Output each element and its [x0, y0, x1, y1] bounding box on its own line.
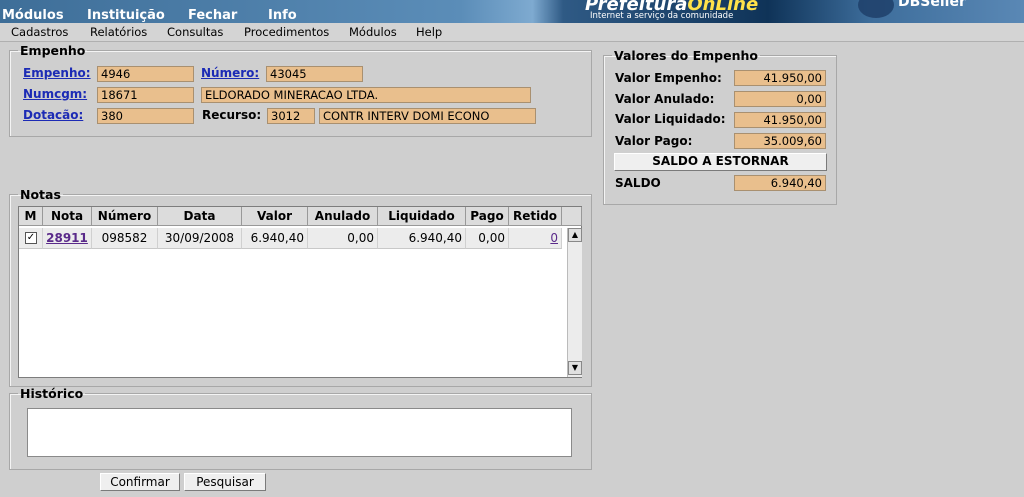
empenho-field[interactable]: 4946 — [97, 66, 194, 82]
confirmar-button[interactable]: Confirmar — [100, 473, 180, 491]
col-data-header: Data — [158, 207, 242, 226]
row-select-checkbox[interactable]: ✓ — [25, 232, 37, 244]
retido-link[interactable]: 0 — [550, 231, 558, 245]
col-m-header: M — [19, 207, 43, 226]
nome-field[interactable]: ELDORADO MINERACAO LTDA. — [201, 87, 531, 103]
row-valor-cell: 6.940,40 — [242, 228, 308, 249]
valor-pago-field[interactable]: 35.009,60 — [734, 133, 826, 149]
valor-pago-label: Valor Pago: — [615, 134, 693, 148]
col-valor-header: Valor — [242, 207, 308, 226]
valor-empenho-field[interactable]: 41.950,00 — [734, 70, 826, 86]
dotacao-field[interactable]: 380 — [97, 108, 194, 124]
recurso-desc-field[interactable]: CONTR INTERV DOMI ECONO — [319, 108, 536, 124]
col-nota-header: Nota — [43, 207, 92, 226]
col-pago-header: Pago — [466, 207, 509, 226]
menu-modulos[interactable]: Módulos — [2, 8, 64, 23]
menu-modulos-sub[interactable]: Módulos — [349, 25, 397, 39]
saldo-field[interactable]: 6.940,40 — [734, 175, 826, 191]
row-numero-cell: 098582 — [92, 228, 158, 249]
menu-bar: Cadastros Relatórios Consultas Procedime… — [0, 23, 1024, 42]
notas-legend: Notas — [20, 187, 61, 202]
numcgm-field[interactable]: 18671 — [97, 87, 194, 103]
top-banner: Módulos Instituição Fechar Info Prefeitu… — [0, 0, 1024, 23]
grid-scrollbar[interactable]: ▲ ▼ — [567, 228, 582, 377]
row-retido-cell: 0 — [509, 228, 562, 249]
nota-link[interactable]: 28911 — [46, 231, 88, 245]
brand-tagline: Internet a serviço da comunidade — [590, 11, 734, 21]
menu-procedimentos[interactable]: Procedimentos — [244, 25, 329, 39]
col-numero-header: Número — [92, 207, 158, 226]
pesquisar-button[interactable]: Pesquisar — [184, 473, 266, 491]
scroll-up-icon[interactable]: ▲ — [568, 228, 582, 242]
col-spacer-header — [562, 207, 582, 226]
numcgm-link[interactable]: Numcgm: — [23, 87, 87, 101]
valor-anulado-field[interactable]: 0,00 — [734, 91, 826, 107]
recurso-label: Recurso: — [202, 108, 262, 122]
numero-link[interactable]: Número: — [201, 66, 259, 80]
row-anulado-cell: 0,00 — [308, 228, 378, 249]
row-cell: 28911 — [43, 228, 92, 249]
scroll-down-icon[interactable]: ▼ — [568, 361, 582, 375]
historico-legend: Histórico — [20, 386, 84, 401]
col-anulado-header: Anulado — [308, 207, 378, 226]
valor-anulado-label: Valor Anulado: — [615, 92, 715, 106]
empenho-link[interactable]: Empenho: — [23, 66, 91, 80]
saldo-label: SALDO — [615, 176, 661, 190]
menu-fechar[interactable]: Fechar — [188, 8, 237, 23]
valores-legend: Valores do Empenho — [614, 48, 758, 63]
dotacao-link[interactable]: Dotacão: — [23, 108, 83, 122]
menu-info[interactable]: Info — [268, 8, 297, 23]
menu-relatorios[interactable]: Relatórios — [90, 25, 147, 39]
saldo-a-estornar-button[interactable]: SALDO A ESTORNAR — [614, 153, 827, 171]
dbseller-brand: DBSeller — [898, 0, 966, 10]
row-data-cell: 30/09/2008 — [158, 228, 242, 249]
menu-cadastros[interactable]: Cadastros — [11, 25, 68, 39]
row-liquidado-cell: 6.940,40 — [378, 228, 466, 249]
menu-consultas[interactable]: Consultas — [167, 25, 223, 39]
empenho-legend: Empenho — [20, 43, 86, 58]
row-pago-cell: 0,00 — [466, 228, 509, 249]
valor-liquidado-field[interactable]: 41.950,00 — [734, 112, 826, 128]
menu-help[interactable]: Help — [416, 25, 442, 39]
table-row: ✓ — [19, 228, 43, 249]
col-liquidado-header: Liquidado — [378, 207, 466, 226]
col-retido-header: Retido — [509, 207, 562, 226]
historico-textarea[interactable] — [27, 408, 572, 457]
numero-field[interactable]: 43045 — [266, 66, 363, 82]
dbseller-logo-icon — [858, 0, 894, 18]
valor-liquidado-label: Valor Liquidado: — [615, 112, 726, 126]
valor-empenho-label: Valor Empenho: — [615, 71, 722, 85]
menu-instituicao[interactable]: Instituição — [87, 8, 165, 23]
notas-grid: M Nota Número Data Valor Anulado Liquida… — [18, 206, 582, 378]
recurso-field[interactable]: 3012 — [267, 108, 315, 124]
